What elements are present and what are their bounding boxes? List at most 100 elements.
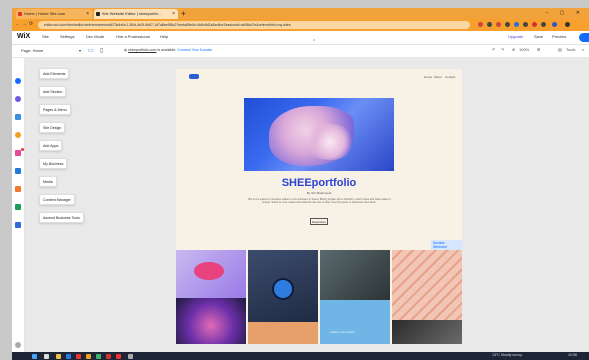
gallery-image[interactable] (176, 298, 246, 344)
media-icon[interactable] (15, 186, 21, 192)
gallery-image[interactable] (392, 250, 462, 320)
browser-menu-icon[interactable] (565, 22, 570, 27)
menu-hire-professional[interactable]: Hire a Professional (116, 34, 150, 39)
window-controls[interactable]: – ▢ ✕ (546, 8, 585, 19)
panel-content-manager[interactable]: Content Manager (39, 194, 75, 205)
hero-image[interactable] (244, 98, 394, 171)
close-tab-icon[interactable]: × (86, 9, 89, 19)
new-tab-button[interactable]: + (181, 8, 186, 19)
menu-dev-mode[interactable]: Dev Mode (86, 34, 104, 39)
gallery-image[interactable] (392, 320, 462, 344)
weather-widget[interactable]: 13°C Mostly sunny (492, 353, 522, 357)
app-icon[interactable] (86, 354, 91, 359)
panel-media[interactable]: Media (39, 176, 57, 187)
gallery-image[interactable] (176, 250, 246, 298)
site-logo[interactable] (189, 74, 199, 79)
app-icon[interactable] (116, 354, 121, 359)
site-design-icon[interactable] (15, 132, 21, 138)
panel-add-elements[interactable]: Add Elements (39, 68, 70, 79)
site-nav-home[interactable]: Home (424, 75, 432, 79)
site-header[interactable]: Home About Contact (176, 69, 462, 85)
extension-icon[interactable] (523, 22, 528, 27)
extension-icon[interactable] (541, 22, 546, 27)
profile-avatar[interactable] (552, 22, 557, 27)
menu-settings[interactable]: Settings (60, 34, 74, 39)
back-icon[interactable]: ← (15, 21, 20, 27)
panel-my-business[interactable]: My Business (39, 158, 68, 169)
site-title[interactable]: SHEEportfolio (176, 177, 462, 189)
app-icon[interactable] (106, 354, 111, 359)
extension-icon[interactable] (532, 22, 537, 27)
tab-label: Wix Website Editor | sheeportfo... (102, 11, 162, 16)
add-apps-icon[interactable] (15, 150, 21, 156)
read-more-button[interactable]: Read More (310, 218, 328, 225)
mobile-view-icon[interactable]: ▯ (100, 47, 103, 54)
app-icon[interactable] (76, 354, 81, 359)
site-subtitle[interactable]: By Shr Madonsela (176, 191, 462, 195)
browser-address-bar: ← → ⟳ editor.wix.com/html/editor/web/ren… (12, 19, 589, 31)
wix-secondary-bar: Page: Home ▾ ▭ ▯ ◍ sheeportfolio.com is … (12, 45, 589, 58)
reload-icon[interactable]: ⟳ (29, 21, 33, 27)
gallery-section[interactable]: Gallery Description (176, 250, 462, 344)
content-manager-icon[interactable] (15, 204, 21, 210)
search-icon[interactable]: ⌕ (582, 47, 584, 52)
upgrade-link[interactable]: Upgrade (508, 34, 523, 39)
extension-icon[interactable] (478, 22, 483, 27)
panel-site-design[interactable]: Site Design (39, 122, 66, 133)
gallery-image[interactable] (248, 322, 318, 344)
start-icon[interactable] (32, 354, 37, 359)
undo-icon[interactable]: ↶ (492, 47, 495, 52)
my-business-icon[interactable] (15, 168, 21, 174)
zoom-icon[interactable]: ⊕ (512, 47, 515, 52)
redo-icon[interactable]: ↷ (501, 47, 504, 52)
tools-button[interactable]: Tools (566, 47, 575, 52)
add-elements-icon[interactable] (15, 78, 21, 84)
pages-menu-icon[interactable] (15, 114, 21, 120)
panel-ascend-business-tools[interactable]: Ascend Business Tools (39, 212, 84, 223)
wix-logo[interactable]: WiX (17, 33, 30, 40)
search-icon[interactable] (44, 354, 49, 359)
browser-tab-active[interactable]: Wix Website Editor | sheeportfo... × (94, 9, 178, 19)
extension-icon[interactable] (514, 22, 519, 27)
menu-help[interactable]: Help (160, 34, 168, 39)
panel-add-apps[interactable]: Add Apps (39, 140, 63, 151)
url-input[interactable]: editor.wix.com/html/editor/web/renderer/… (38, 21, 470, 29)
gallery-image[interactable] (248, 250, 318, 322)
gallery-image[interactable]: Gallery Description (320, 300, 390, 344)
forward-icon[interactable]: → (22, 21, 27, 27)
site-intro-text[interactable]: This is the space to introduce visitors … (246, 198, 392, 205)
extension-icon[interactable] (487, 22, 492, 27)
close-tab-icon[interactable]: × (172, 9, 175, 19)
screen-frame: Home | Home Site.com × Wix Website Edito… (12, 8, 589, 352)
help-icon[interactable] (15, 342, 21, 348)
preview-button[interactable]: Preview (552, 34, 566, 39)
connect-domain-link[interactable]: Connect Your Domain (177, 48, 212, 52)
folder-icon[interactable] (56, 354, 61, 359)
page-selector[interactable]: Page: Home ▾ (21, 48, 81, 53)
zoom-level[interactable]: 100% (519, 47, 529, 52)
extension-icon[interactable] (496, 22, 501, 27)
extension-icon[interactable] (505, 22, 510, 27)
app-icon[interactable] (96, 354, 101, 359)
desktop-view-icon[interactable]: ▭ (88, 47, 94, 54)
add-section-icon[interactable] (15, 96, 21, 102)
app-icon[interactable] (128, 354, 133, 359)
site-nav-about[interactable]: About (434, 75, 442, 79)
left-toolbar (12, 58, 25, 352)
panel-add-section[interactable]: Add Section (39, 86, 67, 97)
publish-button[interactable] (579, 33, 589, 42)
section-tag[interactable]: Section: Welcome (431, 240, 462, 250)
page-selector-label: Page: Home (21, 48, 44, 53)
panel-pages-menu[interactable]: Pages & Menu (39, 104, 71, 115)
menu-site[interactable]: Site (42, 34, 49, 39)
browser-icon[interactable] (66, 354, 71, 359)
save-button[interactable]: Save (534, 34, 543, 39)
browser-tab[interactable]: Home | Home Site.com × (16, 9, 92, 19)
tools-icon[interactable]: ▤ (558, 47, 562, 52)
site-page[interactable]: Home About Contact SHEEportfolio By Shr … (176, 69, 462, 344)
grid-icon[interactable]: ⊞ (537, 47, 540, 52)
site-nav-contact[interactable]: Contact (445, 75, 455, 79)
clock[interactable]: 10:56 (568, 353, 577, 357)
gallery-image[interactable] (320, 250, 390, 300)
ascend-icon[interactable] (15, 222, 21, 228)
